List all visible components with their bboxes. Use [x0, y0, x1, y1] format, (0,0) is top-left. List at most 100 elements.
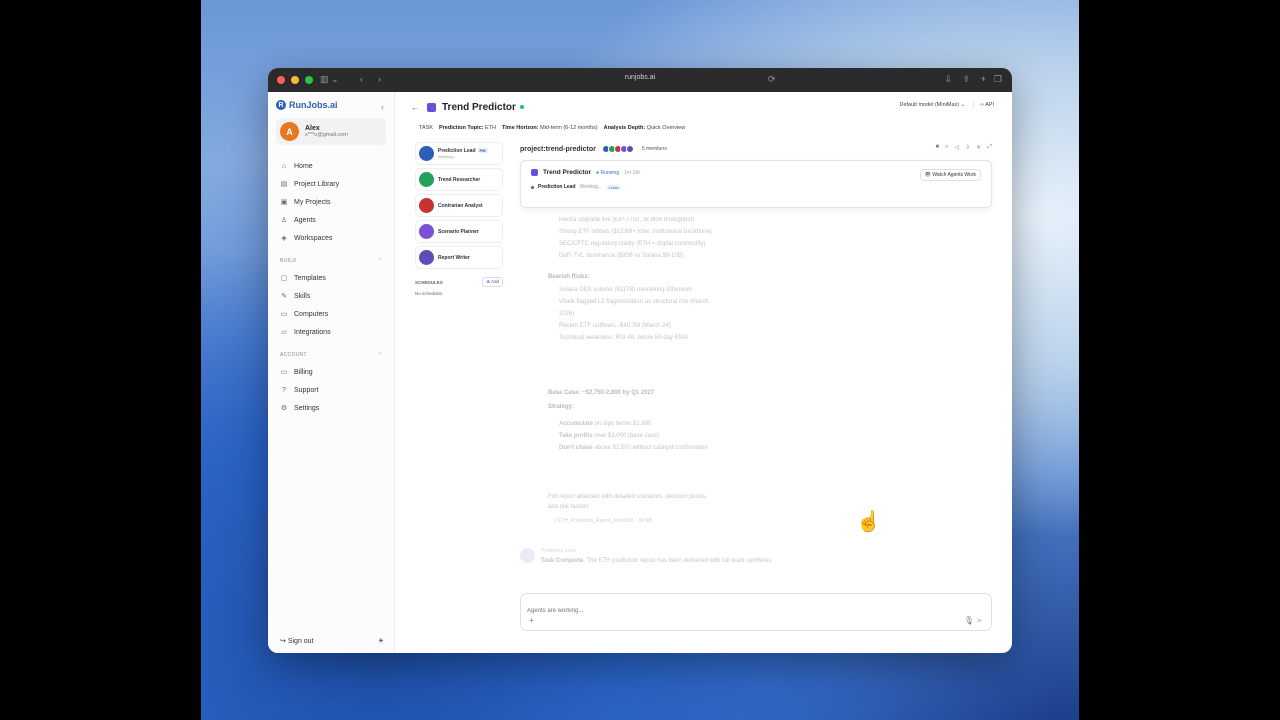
api-label: API [985, 102, 994, 108]
sidebar-item-project-library[interactable]: ▤ Project Library [276, 175, 386, 193]
hand-cursor-icon: ☝ [856, 511, 881, 533]
microphone-icon[interactable]: 🎙 [964, 616, 974, 625]
account-label: ACCOUNT [280, 352, 307, 358]
send-icon[interactable]: ➤ [976, 616, 983, 625]
agent-item[interactable]: Trend Researcher [415, 168, 503, 191]
agent-item[interactable]: Prediction Lead PM Working... [415, 142, 503, 165]
sidebar-item-my-projects[interactable]: ▣ My Projects [276, 193, 386, 211]
plus-icon[interactable]: + [529, 616, 534, 625]
agent-dot [531, 185, 534, 189]
sidebar-item-label: Support [294, 386, 319, 394]
stop-icon[interactable]: ■ [936, 144, 940, 151]
strategy-detail: near $3,000 (base case) [592, 433, 660, 439]
watch-agents-button[interactable]: 👁 Watch Agents Work [919, 169, 981, 181]
sidebar-item-settings[interactable]: ⚙ Settings [276, 399, 386, 417]
expand-icon[interactable]: ⤢ [987, 144, 992, 151]
avatar [419, 146, 434, 161]
download-icon[interactable]: ⇩ [944, 74, 952, 85]
task-summary: TASK Prediction Topic: ETH Time Horizon:… [395, 122, 1012, 134]
tabs-overview-icon[interactable]: ❐ [994, 74, 1002, 85]
agent-item[interactable]: Scenario Planner [415, 220, 503, 243]
sign-out-icon: ↪ [280, 638, 286, 645]
theme-toggle-icon[interactable]: ☀ [378, 637, 384, 645]
agent-name: Trend Researcher [438, 176, 481, 183]
build-section-header[interactable]: BUILD ⌃ [276, 255, 386, 267]
report-attachment[interactable]: ▯ ETH_Prediction_Report_March20... 52 KB [548, 518, 848, 524]
volume-icon[interactable]: ◁ [955, 144, 960, 151]
attachment-size: 52 KB [638, 518, 653, 524]
share-icon[interactable]: ⇪ [962, 74, 970, 85]
app-logo[interactable]: R RunJobs.ai [276, 100, 386, 110]
model-selector[interactable]: Default model (MiniMax) ⌄ [899, 102, 965, 108]
bearish-point: Vitalik flagged L2 fragmentation as stru… [559, 299, 709, 305]
member-avatars[interactable] [601, 140, 634, 158]
back-arrow-icon[interactable]: ← [411, 103, 419, 112]
account-section-header[interactable]: ACCOUNT ⌃ [276, 349, 386, 361]
trash-icon[interactable]: ✕ [976, 144, 981, 151]
base-case-heading: Base Case: ~$2,750-2,800 by Q1 2027 [548, 390, 655, 396]
avatar [520, 548, 535, 563]
sidebar-item-skills[interactable]: ✎ Skills [276, 287, 386, 305]
collapse-sidebar-icon[interactable]: ‹ [381, 102, 384, 112]
main-panel: ← Trend Predictor Default model (MiniMax… [395, 92, 1012, 653]
member-count[interactable]: 5 members [642, 146, 667, 152]
message-author: Prediction Lead [541, 548, 576, 554]
strategy-point: Take profits near $3,000 (base case) [548, 430, 848, 442]
main-nav: ⌂ Home ▤ Project Library ▣ My Projects ♙ Agents… [276, 157, 386, 247]
horizon-key: Time Horizon: [502, 125, 539, 131]
horizon-value: Mid-term (6-12 months) [540, 125, 598, 131]
run-status: Running [600, 169, 620, 176]
page-title: Trend Predictor [442, 101, 516, 113]
status-badge: ● Running [596, 169, 620, 176]
bullish-point: Pectra upgrade live (EIP-7702, 3x blob t… [559, 217, 695, 223]
sign-out-button[interactable]: ↪ Sign out [280, 637, 314, 645]
sidebar-item-billing[interactable]: ▭ Billing [276, 363, 386, 381]
message-input[interactable] [527, 608, 985, 614]
elapsed-time: 1m 18s [624, 169, 641, 176]
wrench-icon: ✎ [281, 293, 287, 300]
task-count-badge[interactable]: 1 task [605, 184, 621, 190]
strategy-action: Don't chase [559, 445, 593, 451]
sidebar-item-support[interactable]: ? Support [276, 381, 386, 399]
bullish-point: Strong ETF inflows ($12.6B+ total, insti… [559, 229, 712, 235]
sidebar-item-templates[interactable]: ▢ Templates [276, 269, 386, 287]
export-icon[interactable]: ⇩ [965, 144, 970, 151]
agent-item[interactable]: Report Writer [415, 246, 503, 269]
sidebar-item-label: Settings [294, 404, 320, 412]
strategy-heading: Strategy: [548, 404, 575, 410]
agent-list: Prediction Lead PM Working... Trend Researc… [415, 142, 503, 296]
book-icon: ▤ [280, 181, 288, 188]
sidebar-item-label: Billing [294, 368, 313, 376]
translate-icon[interactable]: ⟳ [768, 74, 776, 85]
pm-badge: PM [477, 148, 488, 153]
user-card[interactable]: A Alex s***o@gmail.com [276, 118, 386, 145]
sidebar-item-workspaces[interactable]: ◈ Workspaces [276, 229, 386, 247]
page-header: ← Trend Predictor Default model (MiniMax… [395, 92, 1012, 122]
browser-window: ▥ ⌄ ‹ › runjobs.ai ⟳ ⇩ ⇪ + ❐ R RunJobs.a… [268, 68, 1012, 653]
sidebar-item-label: Workspaces [294, 234, 333, 242]
api-button[interactable]: ‹› API [973, 102, 994, 108]
report-note: Full report attached with detailed scena… [548, 494, 707, 500]
sidebar-item-label: Integrations [294, 328, 331, 336]
add-label: Add [490, 279, 499, 284]
new-tab-icon[interactable]: + [981, 74, 986, 84]
chat-panel: project:trend-predictor 5 members ■ ⌕ ◁ … [520, 142, 992, 653]
sidebar-item-label: Skills [294, 292, 311, 300]
agent-status: Working... [438, 154, 456, 159]
search-icon[interactable]: ⌕ [945, 144, 948, 151]
agent-item[interactable]: Contrarian Analyst [415, 194, 503, 217]
sidebar-item-label: Agents [294, 216, 316, 224]
topic-key: Prediction Topic: [438, 125, 484, 131]
agent-name: Contrarian Analyst [438, 202, 483, 209]
status-dot [519, 105, 524, 109]
sidebar-item-agents[interactable]: ♙ Agents [276, 211, 386, 229]
add-schedule-button[interactable]: ⊕ Add [482, 277, 503, 287]
sidebar-item-home[interactable]: ⌂ Home [276, 157, 386, 175]
template-icon: ▢ [280, 275, 288, 282]
completion-title: Task Complete. [541, 558, 585, 564]
sidebar-item-label: Home [294, 162, 313, 170]
sidebar-item-integrations[interactable]: ▱ Integrations [276, 323, 386, 341]
home-icon: ⌂ [281, 162, 287, 170]
address-bar[interactable]: runjobs.ai [268, 74, 1012, 81]
sidebar-item-computers[interactable]: ▭ Computers [276, 305, 386, 323]
